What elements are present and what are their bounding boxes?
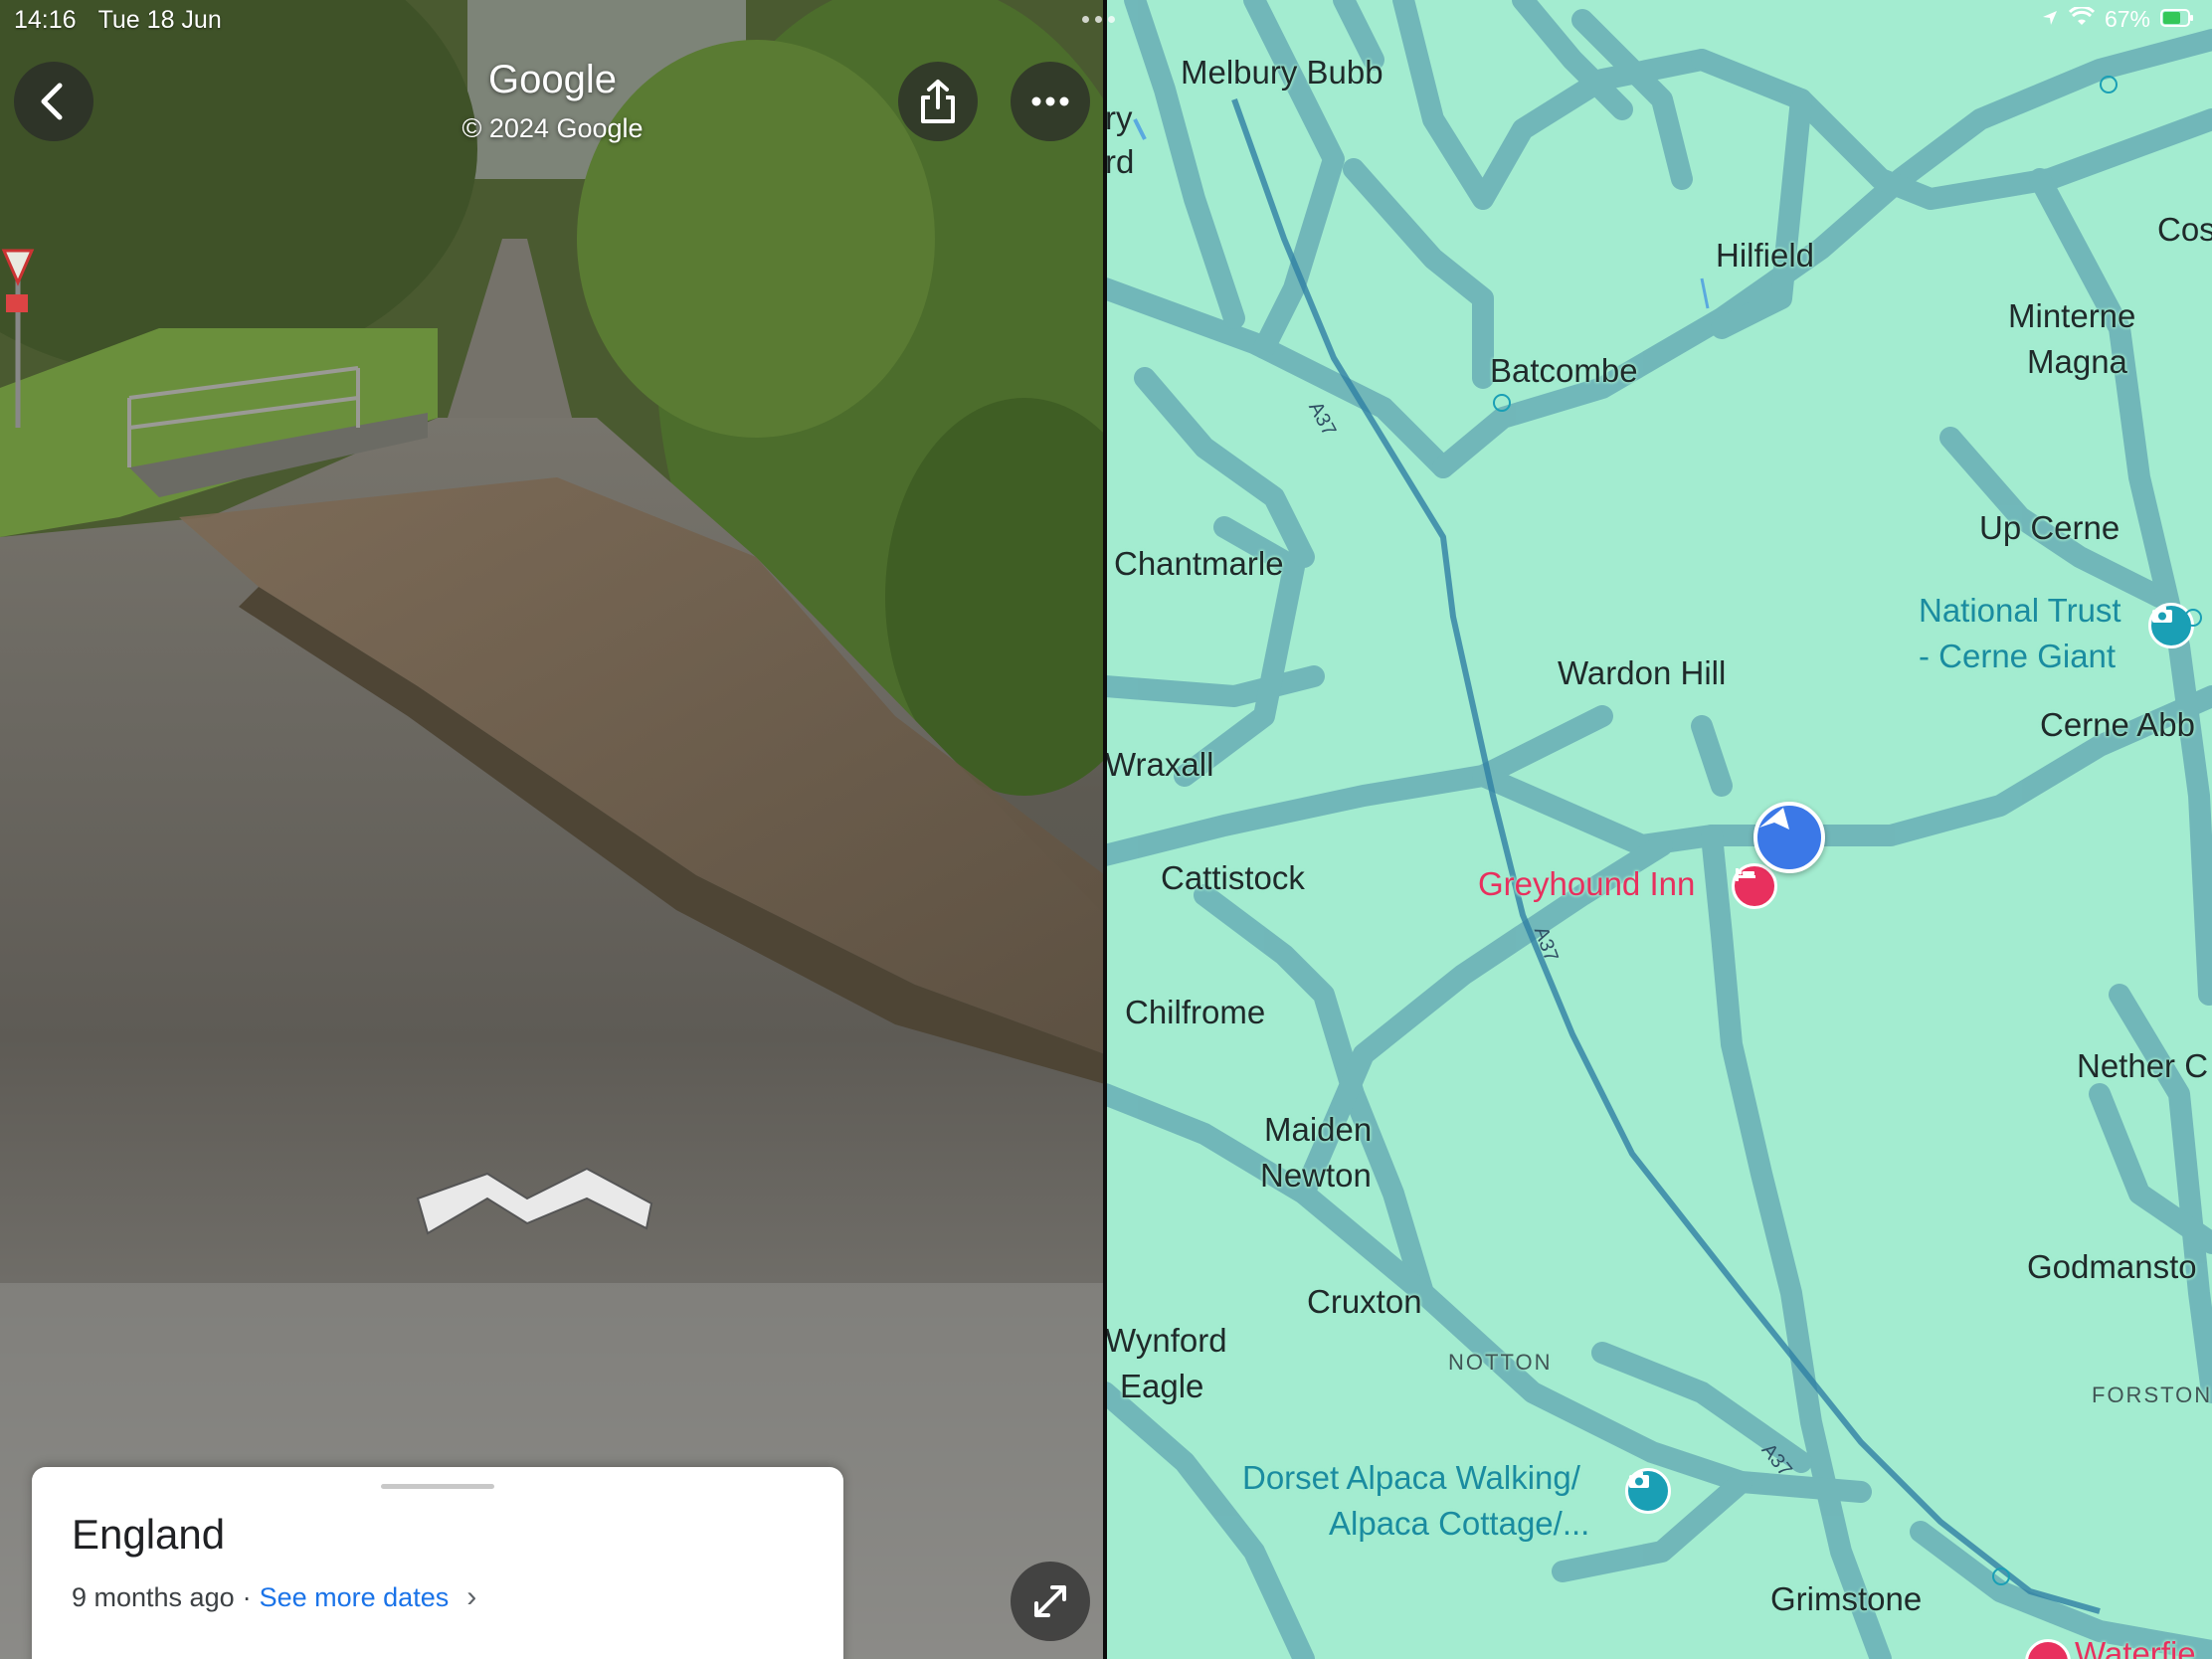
place-magna[interactable]: Magna <box>2027 339 2127 385</box>
street-view-panorama[interactable] <box>0 0 1105 1659</box>
split-view-divider[interactable] <box>1103 0 1107 1659</box>
card-location-title: England <box>72 1511 226 1558</box>
place-cerne-abbas[interactable]: Cerne Abb <box>2040 702 2195 748</box>
card-drag-handle[interactable] <box>381 1484 494 1489</box>
place-godmanstone[interactable]: Godmansto <box>2027 1244 2197 1290</box>
place-chantmarle[interactable]: Chantmarle <box>1114 541 1284 587</box>
chevron-left-icon <box>41 83 63 120</box>
see-more-dates-link[interactable]: See more dates <box>260 1582 450 1613</box>
expand-icon <box>1034 1585 1066 1617</box>
place-up-cerne[interactable]: Up Cerne <box>1979 505 2120 551</box>
camera-icon[interactable] <box>1625 1468 1671 1514</box>
poi-national-trust-line2[interactable]: - Cerne Giant <box>1919 634 2116 679</box>
status-bar-left: 14:16 Tue 18 Jun <box>14 6 222 35</box>
map-point-marker[interactable] <box>1493 394 1511 412</box>
poi-dorset-alpaca-line2[interactable]: Alpaca Cottage/... <box>1329 1501 1589 1547</box>
place-hilfield[interactable]: Hilfield <box>1716 233 1814 278</box>
map-pane[interactable]: Melbury Bubb ry rd Hilfield Cos Minterne… <box>1105 0 2212 1659</box>
capture-age: 9 months ago <box>72 1581 235 1612</box>
poi-dot[interactable] <box>2184 609 2202 627</box>
location-info-card[interactable]: England 9 months ago · See more dates › <box>32 1467 843 1659</box>
chevron-right-icon[interactable]: › <box>466 1580 476 1614</box>
place-grimstone[interactable]: Grimstone <box>1770 1576 1922 1622</box>
expand-button[interactable] <box>1011 1562 1090 1641</box>
back-button[interactable] <box>14 62 93 141</box>
battery-icon <box>2160 6 2194 33</box>
navigation-arrow-icon <box>1759 808 1789 830</box>
card-date-row: 9 months ago · See more dates › <box>72 1580 476 1614</box>
map-point-marker[interactable] <box>1992 1567 2010 1585</box>
more-icon <box>1031 96 1069 106</box>
place-wardon-hill[interactable]: Wardon Hill <box>1558 650 1726 696</box>
battery-percent: 67% <box>2104 6 2150 32</box>
poi-waterfield[interactable]: Waterfie <box>2075 1631 2196 1659</box>
multitasking-handle[interactable] <box>1082 16 1115 23</box>
place-forston[interactable]: FORSTON <box>2092 1381 2212 1410</box>
place-ry[interactable]: ry <box>1105 95 1133 141</box>
wifi-icon <box>2068 5 2096 33</box>
current-location-marker[interactable] <box>1753 802 1825 873</box>
separator: · <box>242 1581 252 1612</box>
status-time: 14:16 <box>14 6 77 34</box>
poi-greyhound-inn[interactable]: Greyhound Inn <box>1478 861 1695 907</box>
location-services-icon <box>2041 6 2059 33</box>
place-newton[interactable]: Newton <box>1260 1153 1372 1198</box>
status-date: Tue 18 Jun <box>97 6 222 34</box>
place-cattistock[interactable]: Cattistock <box>1161 855 1305 901</box>
place-wraxall[interactable]: Wraxall <box>1105 742 1213 788</box>
place-batcombe[interactable]: Batcombe <box>1490 348 1638 394</box>
place-minterne[interactable]: Minterne <box>2008 293 2135 339</box>
map-point-marker[interactable] <box>2100 76 2118 93</box>
place-nether-cerne[interactable]: Nether C <box>2077 1043 2208 1089</box>
place-cos[interactable]: Cos <box>2157 207 2212 253</box>
share-button[interactable] <box>898 62 978 141</box>
place-maiden[interactable]: Maiden <box>1264 1107 1372 1153</box>
status-bar-right: 67% <box>2041 5 2194 33</box>
place-eagle[interactable]: Eagle <box>1120 1364 1203 1409</box>
more-options-button[interactable] <box>1011 62 1090 141</box>
street-view-pane[interactable]: Google © 2024 Google England 9 months ag… <box>0 0 1105 1659</box>
place-rd[interactable]: rd <box>1105 139 1134 185</box>
poi-dorset-alpaca-line1[interactable]: Dorset Alpaca Walking/ <box>1242 1455 1580 1501</box>
place-wynford[interactable]: Wynford <box>1105 1318 1227 1364</box>
place-cruxton[interactable]: Cruxton <box>1307 1279 1422 1325</box>
place-chilfrome[interactable]: Chilfrome <box>1125 990 1265 1035</box>
share-icon <box>921 80 955 123</box>
hotel-icon[interactable] <box>1732 863 1777 909</box>
place-melbury-bubb[interactable]: Melbury Bubb <box>1181 50 1383 95</box>
place-notton[interactable]: NOTTON <box>1448 1348 1552 1378</box>
poi-national-trust-line1[interactable]: National Trust <box>1919 588 2121 634</box>
map-canvas[interactable] <box>1105 0 2212 1659</box>
